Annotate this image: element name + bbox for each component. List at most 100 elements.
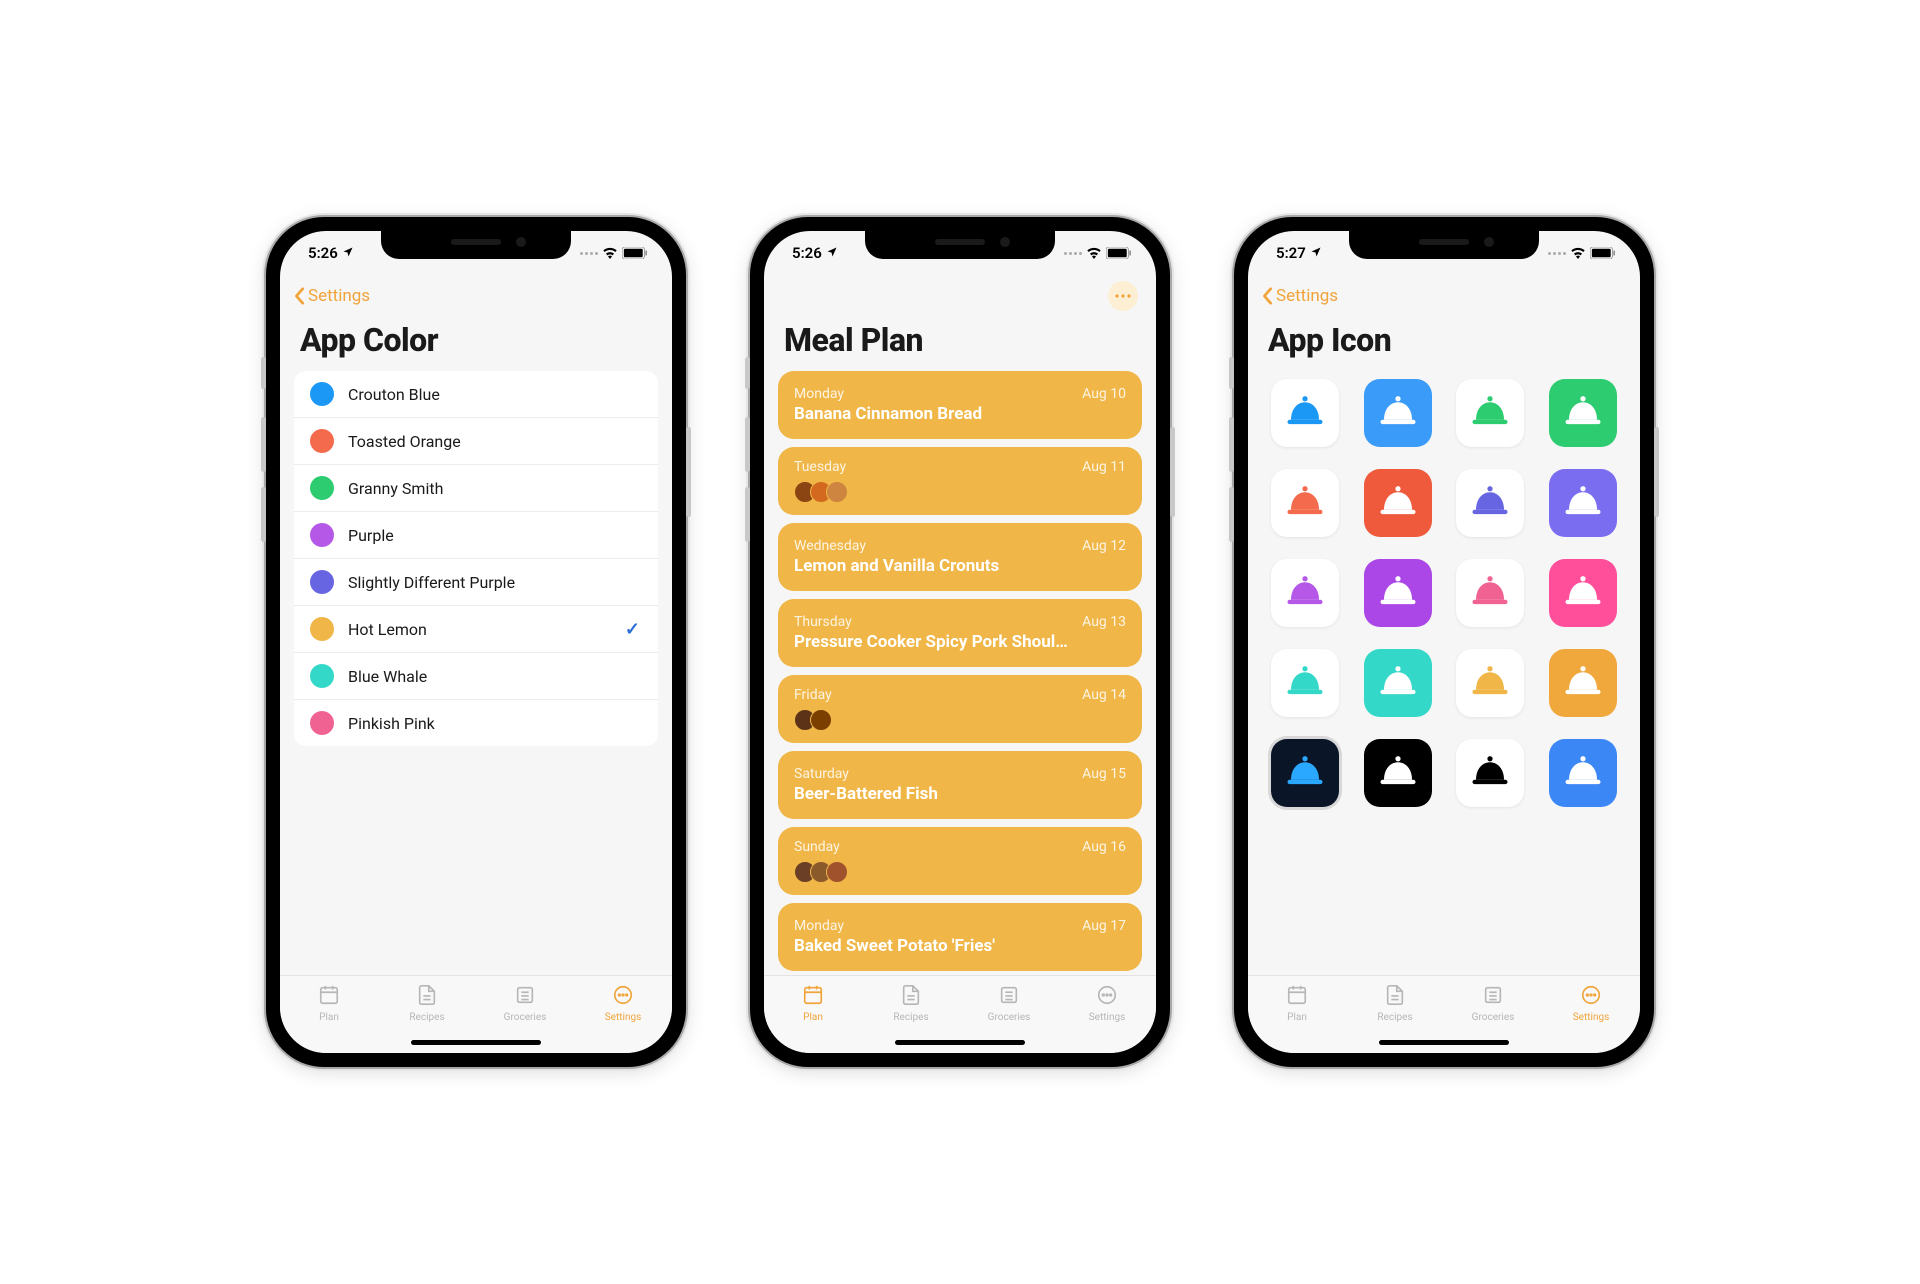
- home-indicator[interactable]: [1379, 1040, 1509, 1045]
- color-option[interactable]: Slightly Different Purple: [294, 559, 658, 606]
- phone-frame-3: 5:27 Settings App Icon: [1234, 217, 1654, 1067]
- app-icon-option[interactable]: [1456, 739, 1524, 807]
- app-icon-option[interactable]: [1271, 379, 1339, 447]
- meal-card[interactable]: Saturday Aug 15 Beer-Battered Fish: [778, 751, 1142, 819]
- meal-date: Aug 12: [1082, 538, 1126, 554]
- tab-label: Groceries: [988, 1012, 1031, 1023]
- meal-thumb: [826, 861, 848, 883]
- app-icon-option[interactable]: [1549, 379, 1617, 447]
- more-button[interactable]: [1108, 281, 1138, 311]
- color-swatch: [310, 476, 334, 500]
- tab-recipes[interactable]: Recipes: [1360, 984, 1430, 1023]
- meal-card[interactable]: Sunday Aug 16: [778, 827, 1142, 895]
- color-option[interactable]: Granny Smith: [294, 465, 658, 512]
- cloche-icon: [1562, 393, 1604, 433]
- color-label: Toasted Orange: [348, 432, 461, 451]
- app-icon-option[interactable]: [1364, 739, 1432, 807]
- cloche-icon: [1284, 753, 1326, 793]
- meal-date: Aug 15: [1082, 766, 1126, 782]
- app-icon-option[interactable]: [1364, 469, 1432, 537]
- cloche-icon: [1469, 393, 1511, 433]
- app-icon-option[interactable]: [1271, 559, 1339, 627]
- color-list: Crouton Blue Toasted Orange Granny Smith…: [294, 371, 658, 746]
- meal-day: Saturday: [794, 766, 849, 782]
- color-option[interactable]: Blue Whale: [294, 653, 658, 700]
- home-indicator[interactable]: [411, 1040, 541, 1045]
- tab-label: Plan: [319, 1012, 339, 1023]
- app-icon-option[interactable]: [1549, 559, 1617, 627]
- back-label: Settings: [1276, 286, 1338, 306]
- color-option[interactable]: Pinkish Pink: [294, 700, 658, 746]
- color-option[interactable]: Purple: [294, 512, 658, 559]
- tab-groceries[interactable]: Groceries: [490, 984, 560, 1023]
- app-icon-option[interactable]: [1549, 649, 1617, 717]
- home-indicator[interactable]: [895, 1040, 1025, 1045]
- status-time: 5:26: [308, 244, 338, 262]
- meal-date: Aug 13: [1082, 614, 1126, 630]
- meal-date: Aug 11: [1082, 459, 1126, 475]
- meal-day: Sunday: [794, 839, 840, 855]
- meal-title: Pressure Cooker Spicy Pork Shoul…: [794, 632, 1126, 652]
- tab-label: Groceries: [1472, 1012, 1515, 1023]
- meal-card[interactable]: Friday Aug 14: [778, 675, 1142, 743]
- back-button[interactable]: Settings: [1262, 286, 1338, 306]
- color-option[interactable]: Toasted Orange: [294, 418, 658, 465]
- app-icon-option[interactable]: [1271, 469, 1339, 537]
- meal-day: Monday: [794, 918, 844, 934]
- tab-groceries[interactable]: Groceries: [974, 984, 1044, 1023]
- tab-recipes[interactable]: Recipes: [876, 984, 946, 1023]
- meal-card[interactable]: Thursday Aug 13 Pressure Cooker Spicy Po…: [778, 599, 1142, 667]
- tab-plan[interactable]: Plan: [778, 984, 848, 1023]
- phone-frame-2: 5:26 Meal Plan Monday Aug 10 Banana Cinn…: [750, 217, 1170, 1067]
- app-icon-option[interactable]: [1364, 379, 1432, 447]
- phone-frame-1: 5:26 Settings App Color Crouton Blue Toa…: [266, 217, 686, 1067]
- tab-settings[interactable]: Settings: [1072, 984, 1142, 1023]
- cloche-icon: [1377, 573, 1419, 613]
- meal-card[interactable]: Wednesday Aug 12 Lemon and Vanilla Cronu…: [778, 523, 1142, 591]
- location-icon: [1310, 246, 1322, 258]
- meal-thumbs: [794, 709, 1126, 731]
- tab-groceries[interactable]: Groceries: [1458, 984, 1528, 1023]
- app-icon-option[interactable]: [1456, 649, 1524, 717]
- plan-icon: [316, 984, 342, 1009]
- meal-title: Baked Sweet Potato 'Fries': [794, 936, 1126, 956]
- page-title: Meal Plan: [764, 317, 1156, 371]
- tab-settings[interactable]: Settings: [1556, 984, 1626, 1023]
- groceries-icon: [996, 984, 1022, 1009]
- cloche-icon: [1377, 483, 1419, 523]
- app-icon-option[interactable]: [1456, 379, 1524, 447]
- meal-title: Lemon and Vanilla Cronuts: [794, 556, 1126, 576]
- color-label: Blue Whale: [348, 667, 427, 686]
- tab-settings[interactable]: Settings: [588, 984, 658, 1023]
- meal-card[interactable]: Monday Aug 10 Banana Cinnamon Bread: [778, 371, 1142, 439]
- cloche-icon: [1562, 483, 1604, 523]
- color-label: Purple: [348, 526, 394, 545]
- tab-plan[interactable]: Plan: [1262, 984, 1332, 1023]
- app-icon-option[interactable]: [1456, 469, 1524, 537]
- groceries-icon: [1480, 984, 1506, 1009]
- color-option[interactable]: Hot Lemon ✓: [294, 606, 658, 653]
- tab-recipes[interactable]: Recipes: [392, 984, 462, 1023]
- cloche-icon: [1562, 573, 1604, 613]
- color-option[interactable]: Crouton Blue: [294, 371, 658, 418]
- meal-day: Friday: [794, 687, 832, 703]
- color-swatch: [310, 429, 334, 453]
- tab-label: Settings: [1573, 1012, 1610, 1023]
- tab-label: Plan: [1287, 1012, 1307, 1023]
- color-label: Pinkish Pink: [348, 714, 435, 733]
- meal-card[interactable]: Monday Aug 17 Baked Sweet Potato 'Fries': [778, 903, 1142, 971]
- meal-card[interactable]: Tuesday Aug 11: [778, 447, 1142, 515]
- tab-plan[interactable]: Plan: [294, 984, 364, 1023]
- app-icon-option[interactable]: [1549, 469, 1617, 537]
- app-icon-option[interactable]: [1549, 739, 1617, 807]
- app-icon-option[interactable]: [1271, 649, 1339, 717]
- plan-icon: [1284, 984, 1310, 1009]
- app-icon-option[interactable]: [1364, 559, 1432, 627]
- status-time: 5:27: [1276, 244, 1306, 262]
- notch: [865, 231, 1055, 259]
- app-icon-option[interactable]: [1271, 739, 1339, 807]
- back-button[interactable]: Settings: [294, 286, 370, 306]
- page-title: App Icon: [1248, 317, 1640, 371]
- app-icon-option[interactable]: [1364, 649, 1432, 717]
- app-icon-option[interactable]: [1456, 559, 1524, 627]
